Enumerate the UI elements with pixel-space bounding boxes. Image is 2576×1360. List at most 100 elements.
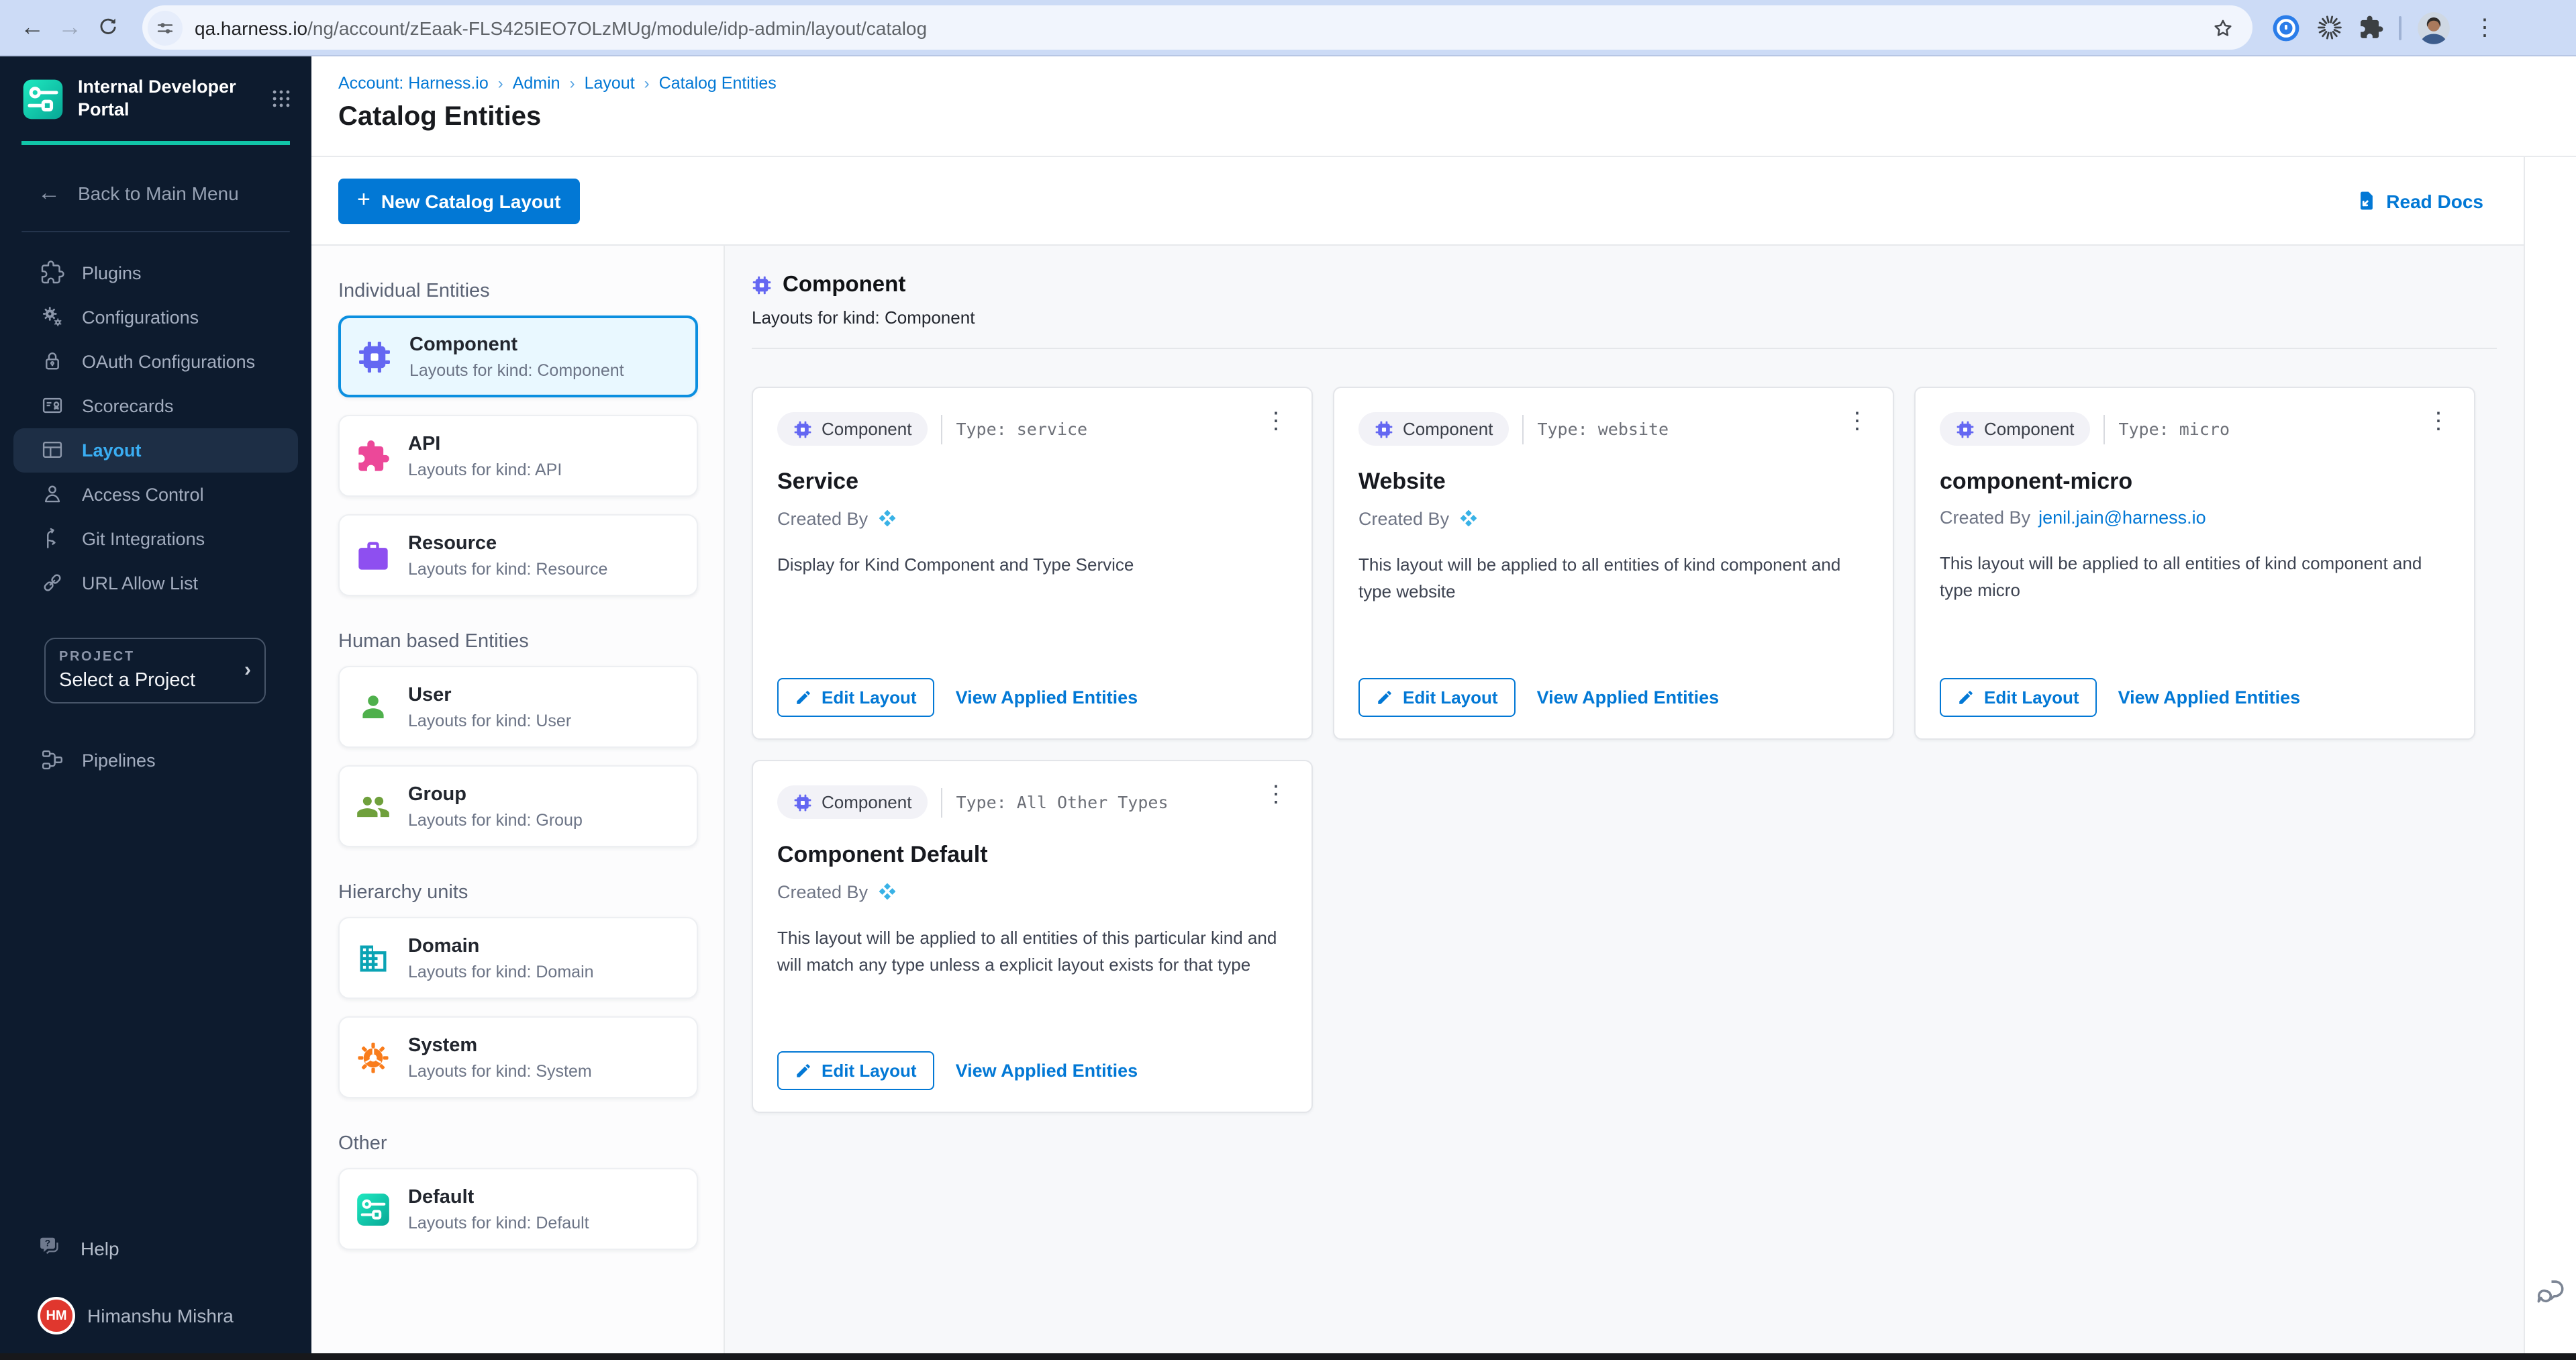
breadcrumb-item-account-harness-io[interactable]: Account: Harness.io [338,74,489,93]
password-extension-icon[interactable] [2271,13,2301,42]
entity-nav-domain[interactable]: DomainLayouts for kind: Domain [338,917,698,999]
entity-nav-system[interactable]: SystemLayouts for kind: System [338,1016,698,1098]
chip-icon [1375,420,1393,438]
view-applied-entities-link[interactable]: View Applied Entities [956,687,1138,708]
card-actions: Edit Layout View Applied Entities [777,1051,1138,1090]
browser-menu-icon[interactable]: ⋮ [2466,9,2504,46]
layout-cards-grid: Component Type: service ⋮ Service Create… [752,387,2497,1113]
sidebar-item-label: Scorecards [82,396,174,416]
edit-layout-button[interactable]: Edit Layout [777,678,934,717]
card-title: Service [777,469,1287,495]
view-applied-entities-link[interactable]: View Applied Entities [1537,687,1720,708]
entity-nav-component[interactable]: ComponentLayouts for kind: Component [338,315,698,397]
browser-reload-icon[interactable] [89,9,126,46]
card-menu-icon[interactable]: ⋮ [1259,404,1293,438]
entity-nav-default[interactable]: Default Layouts for kind: Default [338,1168,698,1250]
layout-card-component-default: Component Type: All Other Types ⋮ Compon… [752,760,1313,1113]
kind-badge-label: Component [822,792,911,812]
pencil-icon [1957,689,1975,706]
edit-layout-button[interactable]: Edit Layout [1940,678,2097,717]
sidebar-item-layout[interactable]: Layout [13,428,298,473]
browser-profile-avatar[interactable] [2416,10,2451,45]
puzzle-outline-icon [40,261,64,285]
chip-icon [1956,420,1975,438]
back-to-main-menu[interactable]: ← Back to Main Menu [0,145,311,231]
entity-subtitle: Layouts for kind: Group [408,811,583,830]
entity-subtitle: Layouts for kind: Default [408,1214,589,1232]
site-settings-icon[interactable] [148,10,183,45]
breadcrumb-separator: › [644,74,650,93]
user-menu[interactable]: HM Himanshu Mishra [0,1293,311,1339]
browser-back-icon[interactable]: ← [13,9,51,46]
entity-section-label: Hierarchy units [338,882,698,904]
new-catalog-layout-button[interactable]: + New Catalog Layout [338,178,579,224]
entity-title: User [408,683,571,709]
sidebar-bottom: ? Help HM Himanshu Mishra [0,1228,311,1339]
entity-title: Default [408,1185,589,1211]
sidebar-item-scorecards[interactable]: Scorecards [0,384,311,428]
user-name: Himanshu Mishra [87,1305,234,1326]
card-menu-icon[interactable]: ⋮ [2422,404,2455,438]
entity-nav-resource[interactable]: ResourceLayouts for kind: Resource [338,514,698,596]
idp-icon [356,1192,391,1226]
support-chat-icon[interactable] [2533,1275,2567,1316]
card-menu-icon[interactable]: ⋮ [1840,404,1874,438]
read-docs-link[interactable]: Read Docs [2354,189,2483,212]
svg-text:?: ? [45,1238,50,1248]
entity-nav-user[interactable]: UserLayouts for kind: User [338,666,698,748]
entity-kind-nav: Individual EntitiesComponentLayouts for … [311,246,725,1360]
kind-badge-label: Component [822,419,911,439]
layout-icon [40,438,64,463]
card-menu-icon[interactable]: ⋮ [1259,777,1293,811]
sidebar-item-configurations[interactable]: Configurations [0,295,311,340]
extensions-puzzle-icon[interactable] [2359,15,2384,40]
component-chip-icon [752,275,772,295]
address-bar[interactable]: qa.harness.io/ng/account/zEaak-FLS425IEO… [142,5,2252,50]
entity-section-label: Other [338,1133,698,1155]
breadcrumb-item-catalog-entities[interactable]: Catalog Entities [659,74,777,93]
created-by-link[interactable]: jenil.jain@harness.io [2038,507,2206,528]
view-applied-entities-link[interactable]: View Applied Entities [956,1061,1138,1081]
url-text[interactable]: qa.harness.io/ng/account/zEaak-FLS425IEO… [195,17,2204,38]
entity-section-label: Human based Entities [338,631,698,652]
url-domain: qa.harness.io [195,17,307,38]
layout-card-component-micro: Component Type: micro ⋮ component-micro … [1914,387,2475,740]
card-actions: Edit Layout View Applied Entities [1358,678,1719,717]
url-path: /ng/account/zEaak-FLS425IEO7OLzMUg/modul… [307,17,927,38]
sidebar: Internal Developer Portal ← Back to Main… [0,56,311,1360]
sidebar-item-oauth-configurations[interactable]: OAuth Configurations [0,340,311,384]
edit-layout-button[interactable]: Edit Layout [1358,678,1516,717]
breadcrumb: Account: Harness.io›Admin›Layout›Catalog… [338,74,2576,93]
pencil-icon [1376,689,1393,706]
view-applied-entities-link[interactable]: View Applied Entities [2118,687,2301,708]
sidebar-item-git-integrations[interactable]: Git Integrations [0,517,311,561]
project-selector[interactable]: PROJECT Select a Project › [44,638,266,703]
sidebar-divider [21,231,290,232]
briefcase-icon [356,538,391,573]
help-button[interactable]: ? Help [0,1228,311,1269]
bookmark-star-icon[interactable] [2204,9,2242,46]
sidebar-item-plugins[interactable]: Plugins [0,251,311,295]
browser-forward-icon[interactable]: → [51,9,89,46]
module-grid-icon[interactable] [270,88,293,111]
entity-title: Domain [408,934,594,960]
project-label: PROJECT [59,650,251,665]
gear-icon [356,1040,391,1075]
sidebar-item-url-allow-list[interactable]: URL Allow List [0,561,311,605]
link-icon [40,571,64,595]
project-value: Select a Project [59,670,251,691]
breadcrumb-item-layout[interactable]: Layout [585,74,635,93]
harness-logo-icon [876,881,897,902]
card-actions: Edit Layout View Applied Entities [777,678,1138,717]
kind-divider [752,348,2497,349]
loader-extension-icon[interactable] [2316,13,2344,42]
entity-nav-api[interactable]: APILayouts for kind: API [338,415,698,497]
product-title: Internal Developer Portal [78,77,256,122]
idp-logo-icon [21,78,64,121]
entity-nav-group[interactable]: GroupLayouts for kind: Group [338,765,698,847]
sidebar-item-pipelines[interactable]: Pipelines [0,738,311,783]
breadcrumb-item-admin[interactable]: Admin [513,74,560,93]
edit-layout-button[interactable]: Edit Layout [777,1051,934,1090]
gears-icon [40,305,64,330]
sidebar-item-access-control[interactable]: Access Control [0,473,311,517]
